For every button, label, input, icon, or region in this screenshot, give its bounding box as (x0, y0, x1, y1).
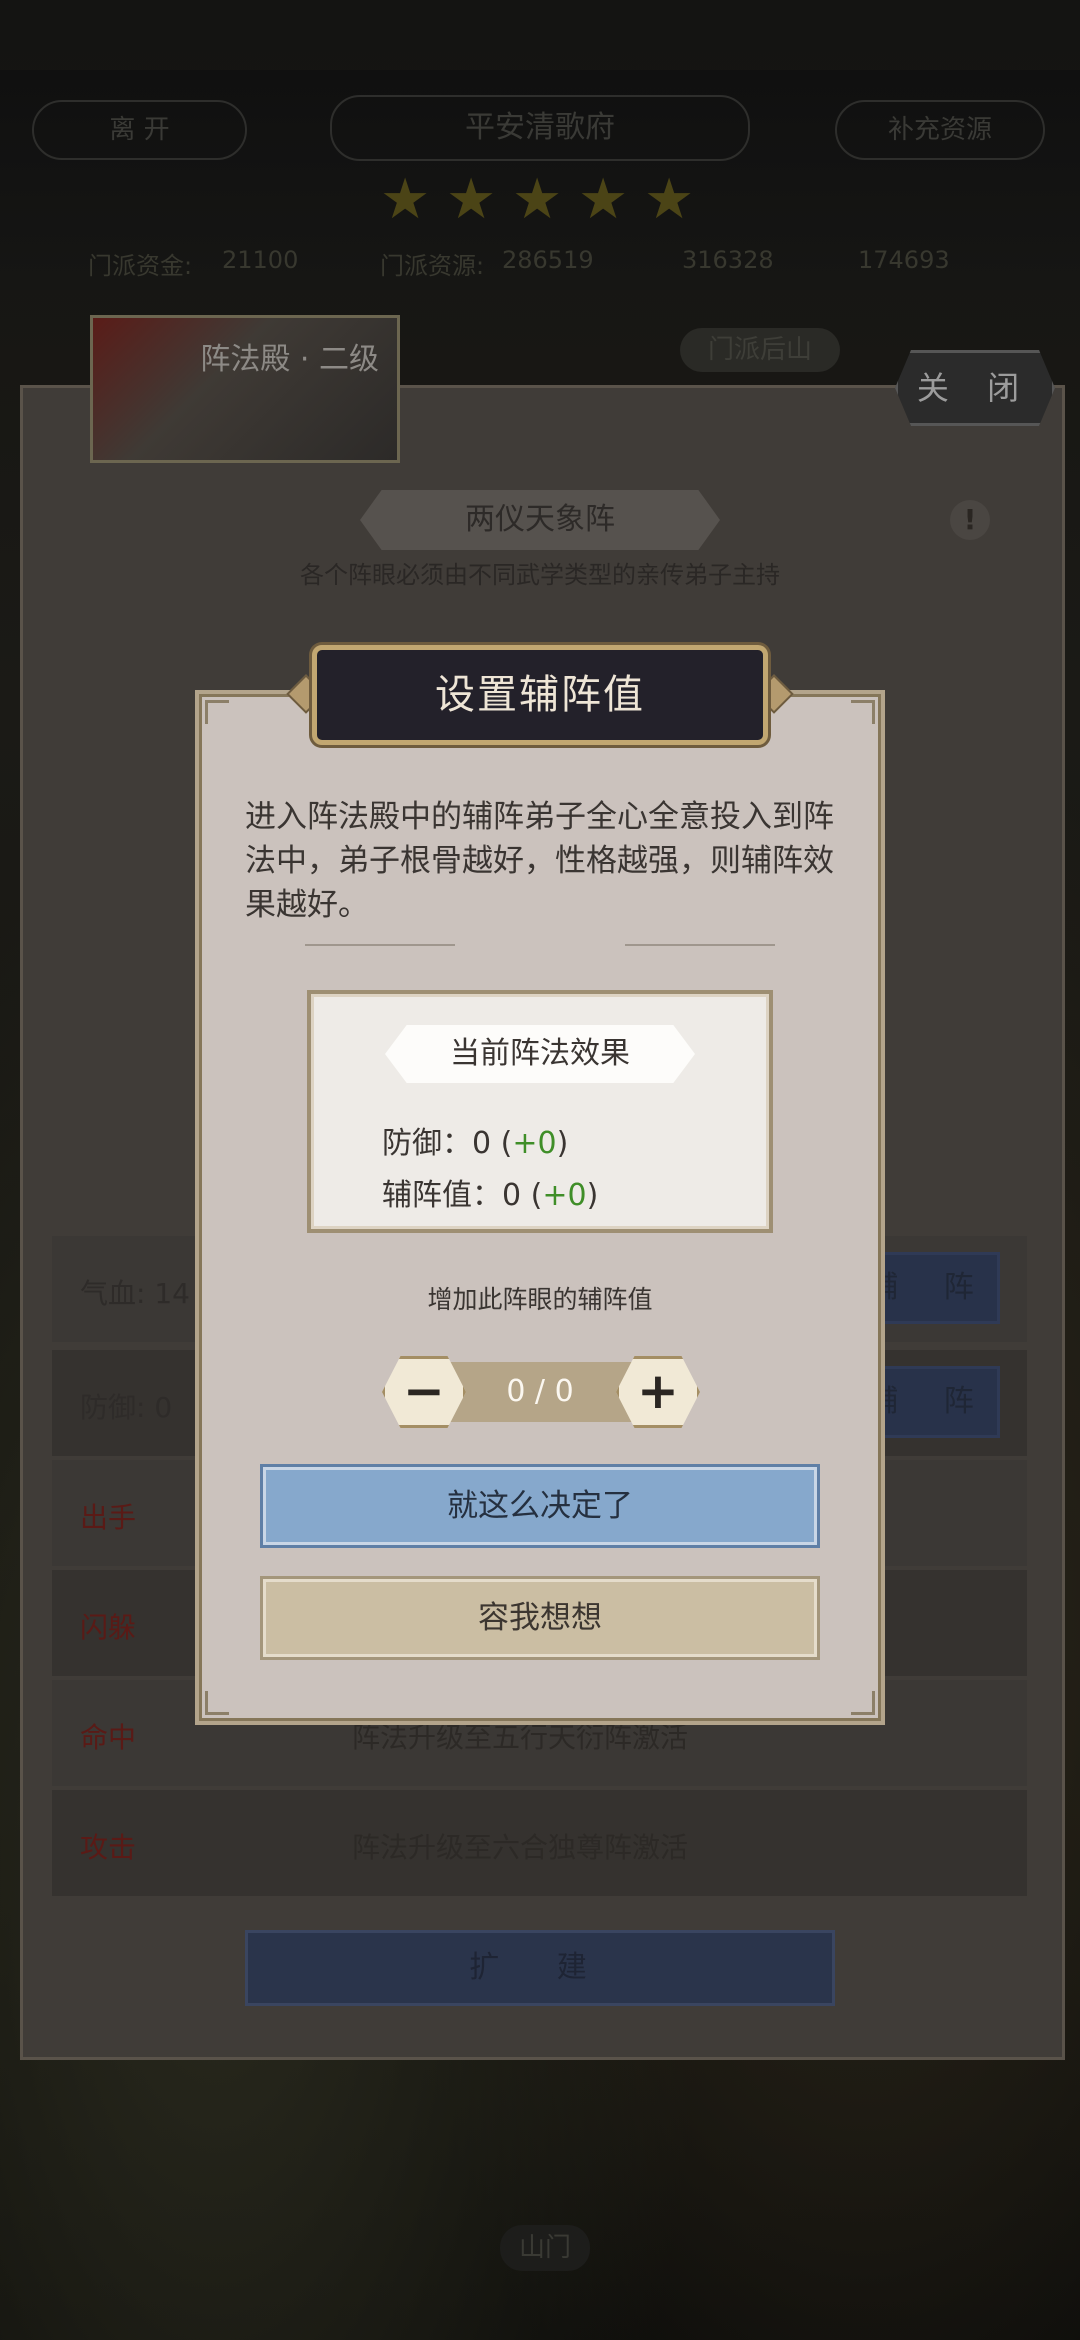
close-paren: ) (586, 1178, 599, 1213)
corner-ornament (205, 1691, 229, 1715)
sect-name: 平安清歌府 (330, 95, 750, 161)
divider-right (625, 944, 775, 946)
assist-label: 辅阵值：0 ( (382, 1178, 543, 1213)
divider-left (305, 944, 455, 946)
assist-delta: +0 (542, 1178, 587, 1213)
close-paren: ) (556, 1126, 569, 1161)
sect-resources-value: 286519 (502, 246, 594, 274)
sect-funds-value: 21100 (222, 246, 299, 274)
cancel-button[interactable]: 容我想想 (260, 1576, 820, 1660)
formation-hint: 各个阵眼必须由不同武学类型的亲传弟子主持 (300, 561, 780, 589)
resource-2-value: 316328 (682, 246, 774, 274)
corner-ornament (205, 700, 229, 724)
resource-bar: 门派资金: 21100 门派资源: 286519 316328 174693 (0, 240, 1080, 284)
resource-3-value: 174693 (858, 246, 950, 274)
expand-button[interactable]: 扩 建 (245, 1930, 835, 2006)
defense-label: 防御：0 ( (382, 1126, 513, 1161)
stat-label: 防御: 0 (80, 1391, 173, 1424)
defense-effect-line: 防御：0 (+0) (382, 1118, 568, 1162)
increase-assist-label: 增加此阵眼的辅阵值 (427, 1285, 653, 1314)
stat-label: 攻击 (80, 1831, 137, 1864)
rating-stars: ★ ★ ★ ★ ★ (380, 172, 710, 232)
star-icon: ★ (578, 167, 629, 232)
back-hill-label[interactable]: 门派后山 (680, 328, 840, 372)
assist-effect-line: 辅阵值：0 (+0) (382, 1170, 598, 1214)
unlock-hint: 阵法升级至六合独尊阵激活 (352, 1831, 689, 1864)
defense-delta: +0 (512, 1126, 557, 1161)
corner-ornament (851, 700, 875, 724)
hall-thumbnail: 阵法殿 · 二级 (90, 315, 400, 463)
confirm-button[interactable]: 就这么决定了 (260, 1464, 820, 1548)
close-button[interactable]: 关 闭 (895, 350, 1055, 426)
star-icon: ★ (380, 167, 431, 232)
corner-ornament (851, 1691, 875, 1715)
star-icon: ★ (512, 167, 563, 232)
dialog-title: 设置辅阵值 (312, 645, 768, 745)
stat-label: 出手 (80, 1501, 137, 1534)
dialog-description: 进入阵法殿中的辅阵弟子全心全意投入到阵法中，弟子根骨越好，性格越强，则辅阵效果越… (245, 799, 834, 923)
leave-button[interactable]: 离 开 (32, 100, 247, 160)
formation-name: 两仪天象阵 (360, 490, 720, 550)
stat-label: 闪躲 (80, 1611, 137, 1644)
hall-level-label: 阵法殿 · 二级 (200, 342, 379, 377)
stat-label: 命中 (80, 1721, 137, 1754)
stat-row-attack: 攻击 阵法升级至六合独尊阵激活 (52, 1790, 1027, 1896)
info-icon[interactable]: ! (950, 500, 990, 540)
effect-title: 当前阵法效果 (385, 1025, 695, 1083)
sect-resources-label: 门派资源: (380, 252, 485, 280)
star-icon: ★ (644, 167, 695, 232)
resupply-button[interactable]: 补充资源 (835, 100, 1045, 160)
star-icon: ★ (446, 167, 497, 232)
sect-funds-label: 门派资金: (88, 252, 193, 280)
mountain-gate-label[interactable]: 山门 (500, 2225, 590, 2271)
